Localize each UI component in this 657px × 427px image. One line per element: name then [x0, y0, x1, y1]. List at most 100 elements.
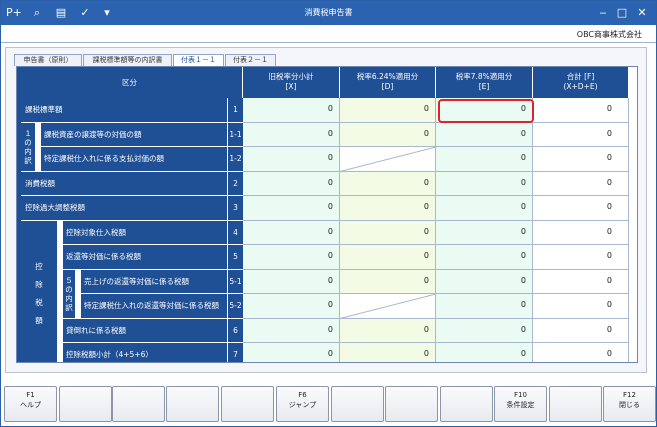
fkey-label-1: ヘルプ — [20, 401, 41, 409]
row-label-7: 控除税額小計（4+5+6） — [63, 343, 227, 362]
cell-5-1-c3[interactable]: 0 — [436, 269, 533, 294]
close-button[interactable]: ✕ — [634, 5, 650, 21]
cell-1-2-c2[interactable] — [340, 147, 436, 172]
cell-3-c1[interactable]: 0 — [243, 196, 340, 221]
cell-7-c1[interactable]: 0 — [243, 343, 340, 362]
cell-5-2-c3[interactable]: 0 — [436, 294, 533, 319]
cell-6-c3[interactable]: 0 — [436, 318, 533, 343]
cell-2-c2[interactable]: 0 — [340, 171, 436, 196]
cell-5-1-c1[interactable]: 0 — [243, 269, 340, 294]
cell-6-c2[interactable]: 0 — [340, 318, 436, 343]
window-title: 消費税申告書 — [304, 8, 353, 17]
group-label-g1: １ の 内 訳 — [21, 122, 36, 172]
header-c3: 税率7.8%適用分 [E] — [436, 67, 533, 98]
cell-5-2-c4[interactable]: 0 — [533, 294, 629, 319]
row-label-4: 控除対象仕入税額 — [63, 220, 227, 245]
cell-7-c2[interactable]: 0 — [340, 343, 436, 362]
cell-7-c3[interactable]: 0 — [436, 343, 533, 362]
function-key-bar: F1 ヘルプ F6 ジャンプ F10 条件設定 F12 閉じる — [4, 386, 656, 424]
cell-3-c2[interactable]: 0 — [340, 196, 436, 221]
cell-5-c4[interactable]: 0 — [533, 245, 629, 270]
maximize-button[interactable]: □ — [614, 5, 630, 21]
cell-5-c3[interactable]: 0 — [436, 245, 533, 270]
fkey-button-9[interactable] — [440, 386, 493, 422]
row-number-1: 1 — [227, 98, 243, 123]
fkey-button-4[interactable] — [166, 386, 219, 422]
cell-4-c4[interactable]: 0 — [533, 220, 629, 245]
cell-1-2-c1[interactable]: 0 — [243, 147, 340, 172]
row-label-1: 課税標準額 — [21, 98, 227, 123]
divider — [1, 42, 656, 43]
cell-6-c4[interactable]: 0 — [533, 318, 629, 343]
cell-3-c4[interactable]: 0 — [533, 196, 629, 221]
row-number-1-2: 1-2 — [227, 147, 243, 172]
cell-1-2-c3[interactable]: 0 — [436, 147, 533, 172]
header-c1: 旧税率分小計 [X] — [243, 67, 340, 98]
cell-1-1-c1[interactable]: 0 — [243, 122, 340, 147]
cell-1-2-c4[interactable]: 0 — [533, 147, 629, 172]
row-number-3: 3 — [227, 196, 243, 221]
cell-5-1-c2[interactable]: 0 — [340, 269, 436, 294]
minimize-button[interactable]: ‒ — [595, 5, 611, 21]
fkey-button-3[interactable] — [112, 386, 165, 422]
fkey-label-6: ジャンプ — [288, 401, 317, 409]
grid-left-strip — [17, 98, 21, 362]
row-label-2: 消費税額 — [21, 171, 227, 196]
cell-4-c3[interactable]: 0 — [436, 220, 533, 245]
fkey-key-6: F6 — [298, 391, 307, 399]
cell-4-c1[interactable]: 0 — [243, 220, 340, 245]
cell-1-1-c4[interactable]: 0 — [533, 122, 629, 147]
cell-7-c4[interactable]: 0 — [533, 343, 629, 362]
row-label-5: 返還等対価に係る税額 — [63, 245, 227, 270]
tab-2[interactable]: 課税標準額等の内訳書 — [83, 54, 172, 66]
fkey-button-5[interactable] — [221, 386, 274, 422]
cell-4-c2[interactable]: 0 — [340, 220, 436, 245]
fkey-key-9 — [441, 391, 492, 400]
fkey-key-11 — [550, 391, 601, 400]
fkey-button-1[interactable]: F1 ヘルプ — [4, 386, 57, 422]
form-grid: 区分 旧税率分小計 [X] 税率6.24%適用分 [D] 税率7.8%適用分 [E] 合… — [16, 66, 638, 363]
fkey-button-6[interactable]: F6 ジャンプ — [276, 386, 329, 422]
fkey-button-11[interactable] — [549, 386, 602, 422]
cell-5-c1[interactable]: 0 — [243, 245, 340, 270]
group-label-g3: ５ の 内 訳 — [63, 269, 76, 319]
row-number-6: 6 — [227, 318, 243, 343]
cell-1-1-c3[interactable]: 0 — [436, 122, 533, 147]
cell-2-c1[interactable]: 0 — [243, 171, 340, 196]
fkey-key-12: F12 — [623, 391, 636, 399]
company-name: OBC商事株式会社 — [576, 30, 642, 39]
cell-1-c1[interactable]: 0 — [243, 98, 340, 123]
tab-4[interactable]: 付表２－１ — [225, 54, 276, 66]
cell-5-2-c1[interactable]: 0 — [243, 294, 340, 319]
row-label-6: 貸倒れに係る税額 — [63, 318, 227, 343]
header-c2: 税率6.24%適用分 [D] — [340, 67, 436, 98]
fkey-button-7[interactable] — [331, 386, 384, 422]
fkey-button-2[interactable] — [59, 386, 112, 422]
fkey-button-10[interactable]: F10 条件設定 — [494, 386, 547, 422]
row-number-4: 4 — [227, 220, 243, 245]
cell-5-c2[interactable]: 0 — [340, 245, 436, 270]
cell-3-c3[interactable]: 0 — [436, 196, 533, 221]
cell-1-1-c2[interactable]: 0 — [340, 122, 436, 147]
cell-2-c3[interactable]: 0 — [436, 171, 533, 196]
header-category: 区分 — [17, 67, 243, 98]
cell-5-1-c4[interactable]: 0 — [533, 269, 629, 294]
fkey-button-8[interactable] — [385, 386, 438, 422]
cell-6-c1[interactable]: 0 — [243, 318, 340, 343]
fkey-button-12[interactable]: F12 閉じる — [603, 386, 656, 422]
tab-1[interactable]: 申告書（原則） — [14, 54, 82, 66]
row-label-3: 控除過大調整税額 — [21, 196, 227, 221]
group-label-g2: 控 除 税 額 — [21, 220, 58, 362]
title-bar: P+ ⌕ ▤ ✓ ▾ 消費税申告書 ‒ □ ✕ — [1, 1, 656, 25]
cell-1-c4[interactable]: 0 — [533, 98, 629, 123]
row-number-1-1: 1-1 — [227, 122, 243, 147]
row-number-5: 5 — [227, 245, 243, 270]
cell-5-2-c2[interactable] — [340, 294, 436, 319]
tab-3[interactable]: 付表１－１ — [173, 54, 224, 66]
fkey-key-2 — [60, 391, 111, 400]
cell-2-c4[interactable]: 0 — [533, 171, 629, 196]
row-label-5-1: 売上げの返還等対価に係る税額 — [81, 269, 227, 294]
fkey-label-12: 閉じる — [619, 401, 640, 409]
row-label-1-2: 特定課税仕入れに係る支払対価の額 — [41, 147, 227, 172]
cell-1-c2[interactable]: 0 — [340, 98, 436, 123]
